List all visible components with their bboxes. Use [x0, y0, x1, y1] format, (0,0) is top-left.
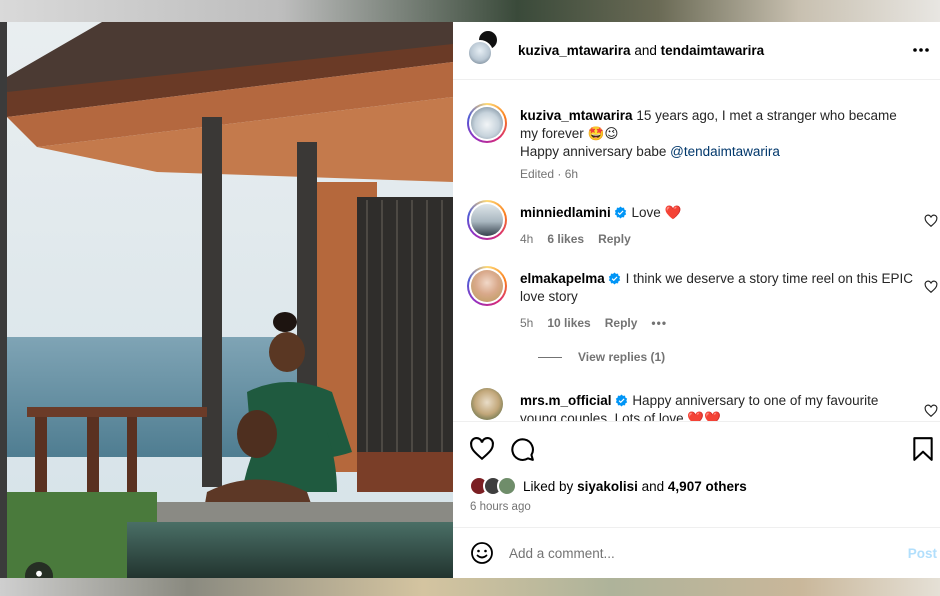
avatar	[467, 39, 493, 66]
caption-line2: Happy anniversary babe	[520, 144, 667, 159]
verified-badge-icon	[608, 272, 620, 285]
liked-by-user[interactable]: siyakolisi	[577, 479, 638, 494]
comment-time: 4h	[520, 232, 534, 246]
comment-text: mrs.m_official Happy anniversary to one …	[520, 392, 918, 421]
reply-button[interactable]: Reply	[598, 232, 631, 246]
view-replies-button[interactable]: View replies (1)	[538, 350, 665, 364]
verified-badge-icon	[615, 394, 627, 407]
comment-username[interactable]: minniedlamini	[520, 205, 611, 220]
view-replies-label: View replies (1)	[578, 350, 666, 364]
caption-mention[interactable]: @tendaimtawarira	[670, 144, 780, 159]
bookmark-icon[interactable]	[910, 436, 936, 462]
reply-button[interactable]: Reply	[605, 316, 638, 330]
avatar	[471, 107, 503, 139]
heart-emoji: ❤️❤️	[687, 411, 721, 421]
avatar	[471, 204, 503, 236]
like-comment-heart-icon[interactable]	[924, 214, 938, 228]
post-detail-panel: kuziva_mtawarira and tendaimtawarira kuz…	[453, 22, 940, 578]
more-horizontal-icon	[913, 48, 929, 52]
author-username[interactable]: tendaimtawarira	[661, 43, 765, 58]
avatar	[471, 270, 503, 302]
avatar	[497, 476, 517, 496]
background-strip-bottom	[0, 578, 940, 596]
likes-count[interactable]: 4,907 others	[668, 479, 747, 494]
user-icon	[36, 570, 42, 577]
heart-icon[interactable]	[469, 436, 495, 462]
story-ring[interactable]	[467, 103, 507, 143]
comment-time: 5h	[520, 316, 534, 330]
comment-meta: 4h 6 likes Reply	[520, 232, 631, 246]
liker-avatars	[469, 476, 521, 496]
more-options-button[interactable]	[910, 40, 932, 60]
post-header: kuziva_mtawarira and tendaimtawarira	[453, 22, 940, 80]
heart-emoji: ❤️	[664, 205, 682, 220]
like-comment-heart-icon[interactable]	[924, 404, 938, 418]
author-username[interactable]: kuziva_mtawarira	[518, 43, 631, 58]
post-button[interactable]: Post	[908, 546, 937, 561]
background-strip-top	[0, 0, 940, 22]
comment-text: minniedlamini Love ❤️	[520, 204, 918, 222]
post-actions: Liked by siyakolisi and 4,907 others 6 h…	[453, 421, 940, 527]
verified-badge-icon	[614, 206, 626, 219]
author-conjunction: and	[634, 43, 657, 58]
post-photo	[7, 22, 453, 578]
comment-likes[interactable]: 6 likes	[547, 232, 584, 246]
collab-avatar[interactable]	[467, 28, 501, 68]
like-comment-heart-icon[interactable]	[924, 280, 938, 294]
story-ring[interactable]	[467, 266, 507, 306]
edited-label: Edited · 6h	[520, 167, 579, 181]
caption-username[interactable]: kuziva_mtawarira	[520, 108, 633, 123]
comment-bubble-icon[interactable]	[509, 436, 535, 462]
comments-list[interactable]: kuziva_mtawarira 15 years ago, I met a s…	[453, 81, 940, 421]
comment-username[interactable]: mrs.m_official	[520, 393, 612, 408]
comment-input[interactable]	[509, 545, 889, 561]
story-ring[interactable]	[467, 200, 507, 240]
comment-body: Love	[631, 205, 661, 220]
comment-meta: 5h 10 likes Reply •••	[520, 316, 667, 330]
avatar[interactable]	[471, 388, 503, 420]
post-timestamp[interactable]: 6 hours ago	[470, 501, 531, 513]
smiley-icon[interactable]	[470, 541, 494, 565]
comment-likes[interactable]: 10 likes	[547, 316, 590, 330]
add-comment-bar: Post	[453, 527, 940, 578]
comment-text: elmakapelma I think we deserve a story t…	[520, 270, 918, 306]
liked-by-prefix: Liked by	[523, 478, 574, 494]
comment-username[interactable]: elmakapelma	[520, 271, 605, 286]
post-authors: kuziva_mtawarira and tendaimtawarira	[518, 43, 764, 58]
liked-by-and: and	[641, 478, 665, 494]
caption-meta: Edited · 6h	[520, 167, 578, 181]
divider-line	[538, 356, 562, 358]
likes-summary: Liked by siyakolisi and 4,907 others	[469, 476, 747, 496]
caption-text: kuziva_mtawarira 15 years ago, I met a s…	[520, 107, 918, 161]
comment-more-button[interactable]: •••	[651, 316, 667, 330]
